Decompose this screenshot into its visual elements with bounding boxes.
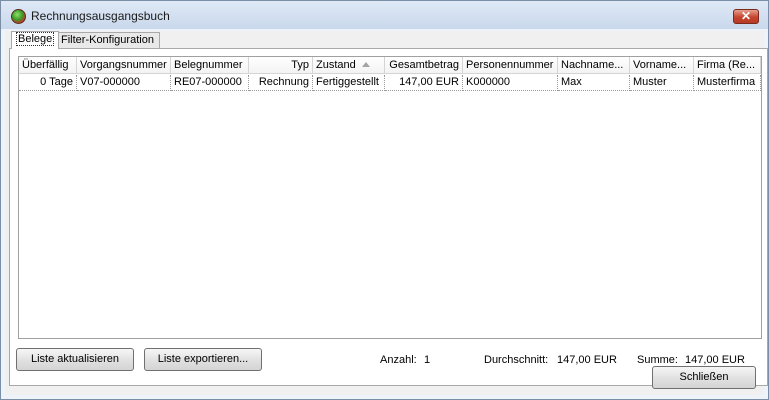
column-header-zustand[interactable]: Zustand	[313, 57, 385, 74]
table-cell: 147,00 EUR	[385, 75, 463, 91]
table-cell: RE07-000000	[171, 75, 249, 91]
column-header-typ[interactable]: Typ	[249, 57, 313, 74]
column-header-label: Vorname...	[633, 59, 687, 71]
column-header-personennummer[interactable]: Personennummer	[463, 57, 558, 74]
count-label: Anzahl:	[380, 354, 417, 366]
table-cell: Muster	[630, 75, 694, 91]
column-header-vorname[interactable]: Vorname...	[630, 57, 694, 74]
refresh-list-button[interactable]: Liste aktualisieren	[16, 348, 134, 371]
average-label: Durchschnitt:	[484, 354, 549, 366]
close-window-button[interactable]: ✕	[733, 9, 759, 24]
tab-panel-belege: Überfällig Vorgangsnummer Belegnummer Ty…	[9, 48, 768, 386]
table-row[interactable]: 0 Tage V07-000000 RE07-000000 Rechnung F…	[19, 75, 761, 91]
column-header-label: Firma (Re...	[697, 59, 756, 71]
table-cell: Musterfirma	[694, 75, 761, 91]
count-value: 1	[424, 354, 431, 366]
tab-label: Belege	[15, 32, 55, 46]
title-bar[interactable]: Rechnungsausgangsbuch ✕	[1, 1, 768, 29]
table-cell: K000000	[463, 75, 558, 91]
table-cell: Fertiggestellt	[313, 75, 385, 91]
column-header-label: Nachname...	[561, 59, 624, 71]
close-icon: ✕	[740, 9, 752, 23]
column-header-label: Vorgangsnummer	[80, 59, 167, 71]
sum-value: 147,00 EUR	[685, 354, 745, 366]
tab-filter-konfiguration[interactable]: Filter-Konfiguration	[55, 32, 160, 49]
table-cell: 0 Tage	[19, 75, 77, 91]
window-client: Belege Filter-Konfiguration Überfällig V…	[5, 31, 768, 395]
column-header-label: Zustand	[316, 59, 356, 71]
column-header-label: Überfällig	[22, 59, 69, 71]
column-header-gesamtbetrag[interactable]: Gesamtbetrag	[385, 57, 463, 74]
table-cell: V07-000000	[77, 75, 171, 91]
sort-ascending-icon	[361, 62, 370, 67]
column-header-nachname[interactable]: Nachname...	[558, 57, 630, 74]
sum-label: Summe:	[637, 354, 678, 366]
results-table[interactable]: Überfällig Vorgangsnummer Belegnummer Ty…	[18, 56, 762, 339]
column-header-label: Belegnummer	[174, 59, 243, 71]
column-header-label: Gesamtbetrag	[389, 59, 459, 71]
main-window: Rechnungsausgangsbuch ✕ Belege Filter-Ko…	[0, 0, 769, 400]
table-cell: Rechnung	[249, 75, 313, 91]
window-title: Rechnungsausgangsbuch	[31, 9, 170, 23]
column-header-vorgangsnummer[interactable]: Vorgangsnummer	[77, 57, 171, 74]
app-icon	[11, 9, 26, 24]
column-header-label: Personennummer	[466, 59, 554, 71]
close-button[interactable]: Schließen	[652, 366, 756, 389]
tab-label: Filter-Konfiguration	[61, 34, 154, 46]
column-header-label: Typ	[291, 59, 309, 71]
average-value: 147,00 EUR	[557, 354, 617, 366]
tab-belege[interactable]: Belege	[11, 31, 60, 49]
table-cell: Max	[558, 75, 630, 91]
column-header-belegnummer[interactable]: Belegnummer	[171, 57, 249, 74]
column-header-firma[interactable]: Firma (Re...	[694, 57, 761, 74]
column-header-ueberfaellig[interactable]: Überfällig	[19, 57, 77, 74]
export-list-button[interactable]: Liste exportieren...	[144, 348, 262, 371]
